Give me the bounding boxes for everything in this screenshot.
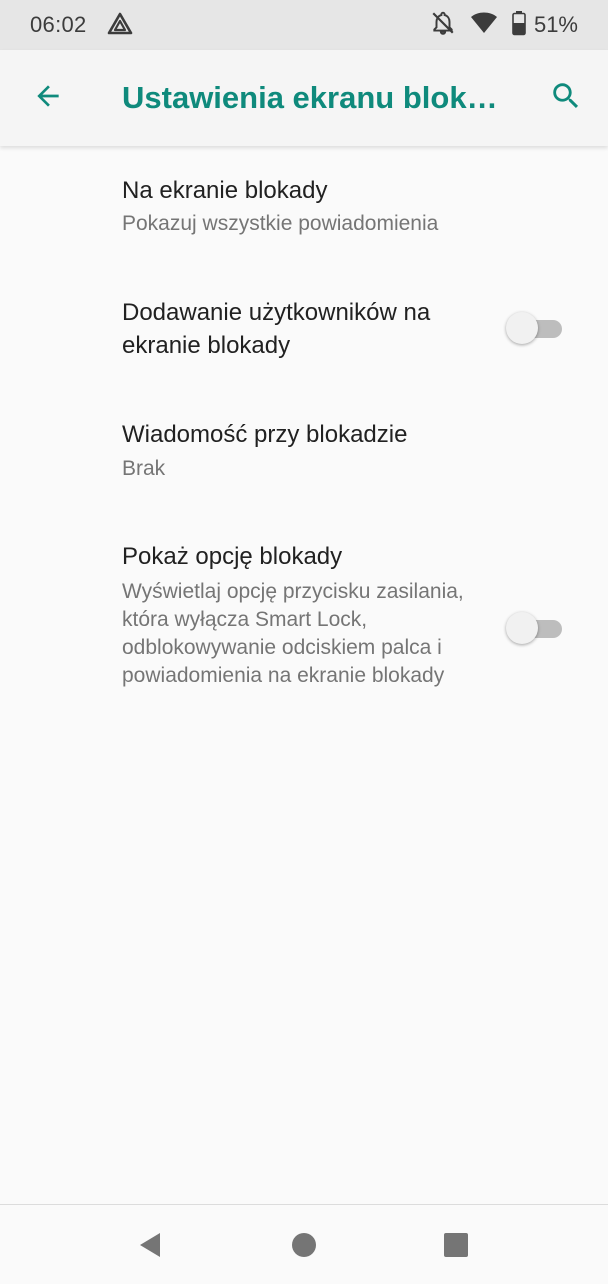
- pref-summary: Brak: [122, 457, 166, 480]
- search-button[interactable]: [544, 76, 588, 120]
- nav-recents-button[interactable]: [436, 1227, 476, 1267]
- page-title: Ustawienia ekranu blokady: [122, 80, 502, 115]
- navigation-bar: [0, 1204, 608, 1284]
- battery-percent: 51%: [533, 12, 578, 37]
- back-triangle-icon: [136, 1231, 164, 1264]
- app-bar: Ustawienia ekranu blokady: [0, 50, 608, 146]
- home-circle-icon: [291, 1232, 317, 1263]
- recents-square-icon: [443, 1232, 469, 1263]
- pref-on-lock-screen[interactable]: Na ekranie blokady Pokazuj wszystkie pow…: [0, 160, 608, 260]
- battery-icon: [512, 10, 526, 41]
- search-icon: [549, 79, 583, 118]
- pref-title: Pokaż opcję blokady: [122, 543, 343, 570]
- nav-home-button[interactable]: [284, 1227, 324, 1267]
- toggle-thumb: [506, 312, 538, 344]
- status-bar: 06:02 51%: [0, 0, 608, 50]
- status-icons: 51%: [430, 10, 578, 40]
- pref-summary: Wyświetlaj opcję przycisku zasilania, kt…: [122, 580, 464, 687]
- app-notification-icon: [106, 11, 134, 39]
- status-time: 06:02: [30, 12, 87, 37]
- pref-summary: Pokazuj wszystkie powiadomienia: [122, 212, 439, 235]
- lockdown-toggle[interactable]: [506, 610, 564, 646]
- pref-title: Na ekranie blokady: [122, 177, 328, 204]
- pref-add-users-lock-screen[interactable]: Dodawanie użytkowników na ekranie blokad…: [0, 280, 608, 380]
- settings-screen: 06:02 51% Ustawienia ekranu blokady Na e…: [0, 0, 608, 1284]
- toggle-thumb: [506, 612, 538, 644]
- back-button[interactable]: [26, 76, 70, 120]
- pref-show-lockdown-option[interactable]: Pokaż opcję blokady Wyświetlaj opcję prz…: [0, 526, 608, 726]
- pref-lock-screen-message[interactable]: Wiadomość przy blokadzie Brak: [0, 404, 608, 504]
- pref-title: Dodawanie użytkowników na ekranie blokad…: [122, 299, 431, 359]
- notifications-off-icon: [430, 10, 456, 41]
- pref-title: Wiadomość przy blokadzie: [122, 421, 408, 448]
- wifi-icon: [470, 11, 498, 40]
- nav-back-button[interactable]: [130, 1227, 170, 1267]
- add-users-toggle[interactable]: [506, 310, 564, 346]
- arrow-back-icon: [32, 80, 64, 117]
